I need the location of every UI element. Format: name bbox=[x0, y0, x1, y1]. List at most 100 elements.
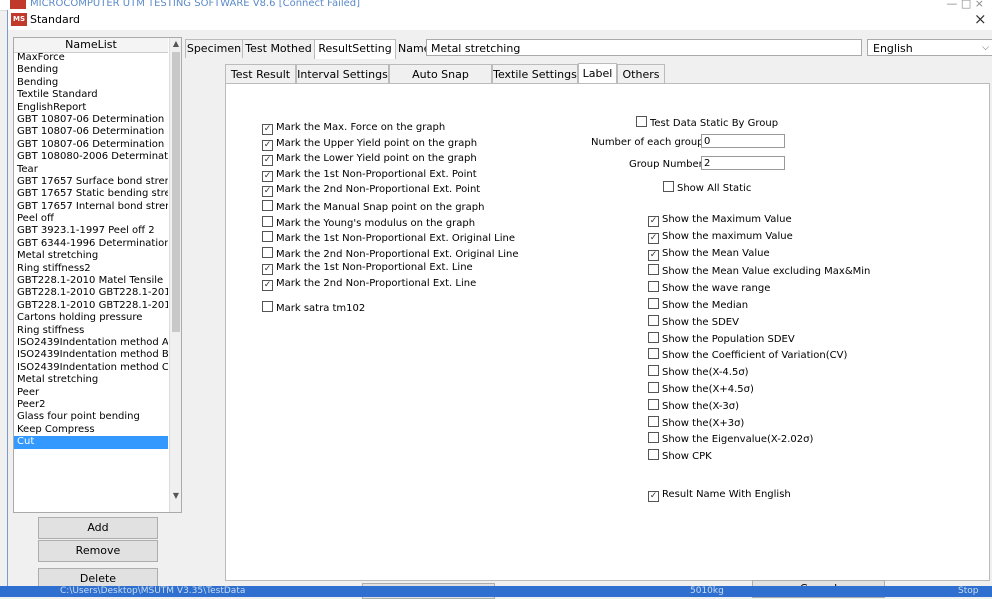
checkbox-box bbox=[262, 215, 273, 227]
show-option-checkbox[interactable]: Show the(X-3σ) bbox=[648, 398, 739, 413]
background-window-controls[interactable]: — □ × bbox=[946, 0, 984, 10]
namelist-header: NameList bbox=[14, 38, 168, 53]
list-item[interactable]: Cut bbox=[14, 436, 168, 449]
mark-option-checkbox[interactable]: ✓ Mark the 2nd Non-Proportional Ext. Poin… bbox=[262, 184, 480, 198]
checkbox-box bbox=[648, 264, 659, 276]
show-option-checkbox[interactable]: Show the(X+3σ) bbox=[648, 415, 744, 430]
language-value: English bbox=[873, 42, 913, 55]
show-option-checkbox[interactable]: Show the Eigenvalue(X-2.02σ) bbox=[648, 432, 813, 446]
mark-option-checkbox[interactable]: Mark the 1st Non-Proportional Ext. Origi… bbox=[262, 231, 515, 245]
list-item[interactable]: GBT 17657 Surface bond streng bbox=[14, 176, 168, 188]
list-item[interactable]: EnglishReport bbox=[14, 102, 168, 114]
list-item[interactable]: GBT228.1-2010 Matel Tensile bbox=[14, 275, 168, 287]
namelist-scrollbar[interactable]: ▲ ▼ bbox=[169, 38, 181, 512]
show-all-static-checkbox[interactable]: Show All Static bbox=[663, 181, 751, 195]
scroll-thumb[interactable] bbox=[172, 52, 180, 332]
list-item[interactable]: GBT 6344-1996 Determination c bbox=[14, 238, 168, 250]
checkbox-label: Mark the 2nd Non-Proportional Ext. Origi… bbox=[276, 248, 519, 260]
language-select[interactable]: English ⌵ bbox=[867, 39, 992, 56]
subtab-test-result[interactable]: Test Result bbox=[225, 64, 296, 84]
subtab-others[interactable]: Others bbox=[617, 64, 665, 84]
checkbox-box bbox=[648, 365, 659, 377]
tab-test-method[interactable]: Test Mothed bbox=[242, 39, 315, 58]
mark-option-checkbox[interactable]: Mark the Manual Snap point on the graph bbox=[262, 200, 484, 214]
mark-option-checkbox[interactable]: Mark the 2nd Non-Proportional Ext. Origi… bbox=[262, 246, 519, 261]
tab-result-setting[interactable]: ResultSetting bbox=[314, 39, 396, 59]
list-item[interactable]: Ring stiffness bbox=[14, 325, 168, 337]
test-data-static-checkbox[interactable]: Test Data Static By Group bbox=[636, 116, 778, 130]
list-item[interactable]: GBT 10807-06 Determination of bbox=[14, 114, 168, 126]
list-item[interactable]: Peer2 bbox=[14, 399, 168, 411]
list-item[interactable]: GBT 17657 Static bending stren bbox=[14, 188, 168, 200]
number-each-group-input[interactable]: 0 bbox=[701, 134, 785, 148]
mark-option-checkbox[interactable]: ✓ Mark the Lower Yield point on the graph bbox=[262, 153, 477, 167]
show-option-checkbox[interactable]: Show the Population SDEV bbox=[648, 331, 795, 346]
scroll-up-icon[interactable]: ▲ bbox=[170, 38, 181, 50]
checkbox-label: Show the wave range bbox=[662, 283, 771, 295]
checkbox-box bbox=[648, 415, 659, 427]
checkbox-box: ✓ bbox=[262, 155, 273, 167]
list-item[interactable]: GBT 10807-06 Determination of bbox=[14, 139, 168, 151]
show-option-checkbox[interactable]: Show the(X-4.5σ) bbox=[648, 365, 749, 379]
show-option-checkbox[interactable]: Show the(X+4.5σ) bbox=[648, 382, 754, 396]
status-path: C:\Users\Desktop\MSUTM V3.35\TestData bbox=[60, 586, 246, 596]
show-option-checkbox[interactable]: Show the Mean Value excluding Max&Min bbox=[648, 264, 870, 278]
checkbox-box: ✓ bbox=[262, 170, 273, 182]
list-item[interactable]: GBT228.1-2010 GBT228.1-2010 bbox=[14, 287, 168, 299]
show-option-checkbox[interactable]: Show the Coefficient of Variation(CV) bbox=[648, 348, 847, 362]
group-number-label: Group Number bbox=[629, 159, 703, 170]
background-status-bar: C:\Users\Desktop\MSUTM V3.35\TestData 50… bbox=[0, 586, 992, 597]
status-right: Stop bbox=[958, 586, 979, 596]
list-item[interactable]: ISO2439Indentation method A bbox=[14, 337, 168, 349]
mark-option-checkbox[interactable]: ✓ Mark the 2nd Non-Proportional Ext. Line bbox=[262, 278, 476, 291]
namelist-box[interactable]: NameList MaxForce Bending Bending Textile S… bbox=[13, 37, 182, 513]
subtab-textile-settings[interactable]: Textile Settings bbox=[492, 64, 578, 84]
mark-option-checkbox[interactable]: ✓ Mark the 1st Non-Proportional Ext. Poin… bbox=[262, 169, 477, 182]
show-option-checkbox[interactable]: ✓ Show the Maximum Value bbox=[648, 214, 792, 227]
show-option-checkbox[interactable]: ✓ Show the Mean Value bbox=[648, 248, 770, 261]
list-item[interactable]: Metal stretching bbox=[14, 374, 168, 386]
mark-option-checkbox[interactable]: ✓ Mark the 1st Non-Proportional Ext. Line bbox=[262, 262, 473, 276]
checkbox-label: Mark the Manual Snap point on the graph bbox=[276, 202, 485, 213]
list-item[interactable]: Metal stretching bbox=[14, 250, 168, 262]
list-item[interactable]: Peer bbox=[14, 387, 168, 399]
subtab-interval-settings[interactable]: Interval Settings bbox=[296, 64, 389, 84]
list-item[interactable]: GBT 3923.1-1997 Peel off 2 bbox=[14, 225, 168, 237]
show-option-checkbox[interactable]: Show the wave range bbox=[648, 281, 770, 295]
mark-satra-checkbox[interactable]: Mark satra tm102 bbox=[262, 301, 365, 315]
mark-option-checkbox[interactable]: ✓ Mark the Max. Force on the graph bbox=[262, 122, 445, 135]
list-item[interactable]: Bending bbox=[14, 77, 168, 89]
show-option-checkbox[interactable]: Show the SDEV bbox=[648, 314, 739, 329]
tab-specimen[interactable]: Specimen bbox=[185, 39, 243, 58]
show-option-checkbox[interactable]: Show CPK bbox=[648, 449, 712, 463]
list-item[interactable]: Textile Standard bbox=[14, 89, 168, 101]
scroll-down-icon[interactable]: ▼ bbox=[170, 490, 181, 502]
status-value: 5010kg bbox=[690, 586, 724, 596]
list-item[interactable]: GBT 17657 Internal bond streng bbox=[14, 201, 168, 213]
list-item[interactable]: Ring stiffness2 bbox=[14, 263, 168, 275]
subtab-auto-snap-settings[interactable]: Auto Snap Settings bbox=[389, 64, 492, 100]
list-item[interactable]: Tear bbox=[14, 164, 168, 176]
group-number-input[interactable]: 2 bbox=[701, 156, 785, 170]
list-item[interactable]: Glass four point bending bbox=[14, 411, 168, 423]
name-input[interactable]: Metal stretching bbox=[426, 39, 862, 56]
list-item[interactable]: Peel off bbox=[14, 213, 168, 225]
list-item[interactable]: MaxForce bbox=[14, 52, 168, 64]
list-item[interactable]: GBT 108080-2006 Determination bbox=[14, 151, 168, 163]
add-button[interactable]: Add bbox=[38, 517, 158, 539]
show-option-checkbox[interactable]: Show the Median bbox=[648, 298, 748, 312]
show-option-checkbox[interactable]: ✓ Show the maximum Value bbox=[648, 231, 793, 244]
mark-option-checkbox[interactable]: ✓ Mark the Upper Yield point on the graph bbox=[262, 138, 477, 151]
result-name-english-checkbox[interactable]: ✓ Result Name With English bbox=[648, 489, 791, 502]
list-item[interactable]: Bending bbox=[14, 64, 168, 76]
list-item[interactable]: Keep Compress bbox=[14, 424, 168, 436]
subtab-label[interactable]: Label bbox=[578, 63, 617, 84]
remove-button[interactable]: Remove bbox=[38, 540, 158, 562]
close-icon[interactable]: × bbox=[974, 10, 987, 28]
list-item[interactable]: Cartons holding pressure bbox=[14, 312, 168, 324]
list-item[interactable]: ISO2439Indentation method B bbox=[14, 349, 168, 361]
list-item[interactable]: GBT228.1-2010 GBT228.1-2010 bbox=[14, 300, 168, 312]
mark-option-checkbox[interactable]: Mark the Young's modulus on the graph bbox=[262, 215, 475, 230]
list-item[interactable]: ISO2439Indentation method C bbox=[14, 362, 168, 374]
list-item[interactable]: GBT 10807-06 Determination of bbox=[14, 126, 168, 138]
